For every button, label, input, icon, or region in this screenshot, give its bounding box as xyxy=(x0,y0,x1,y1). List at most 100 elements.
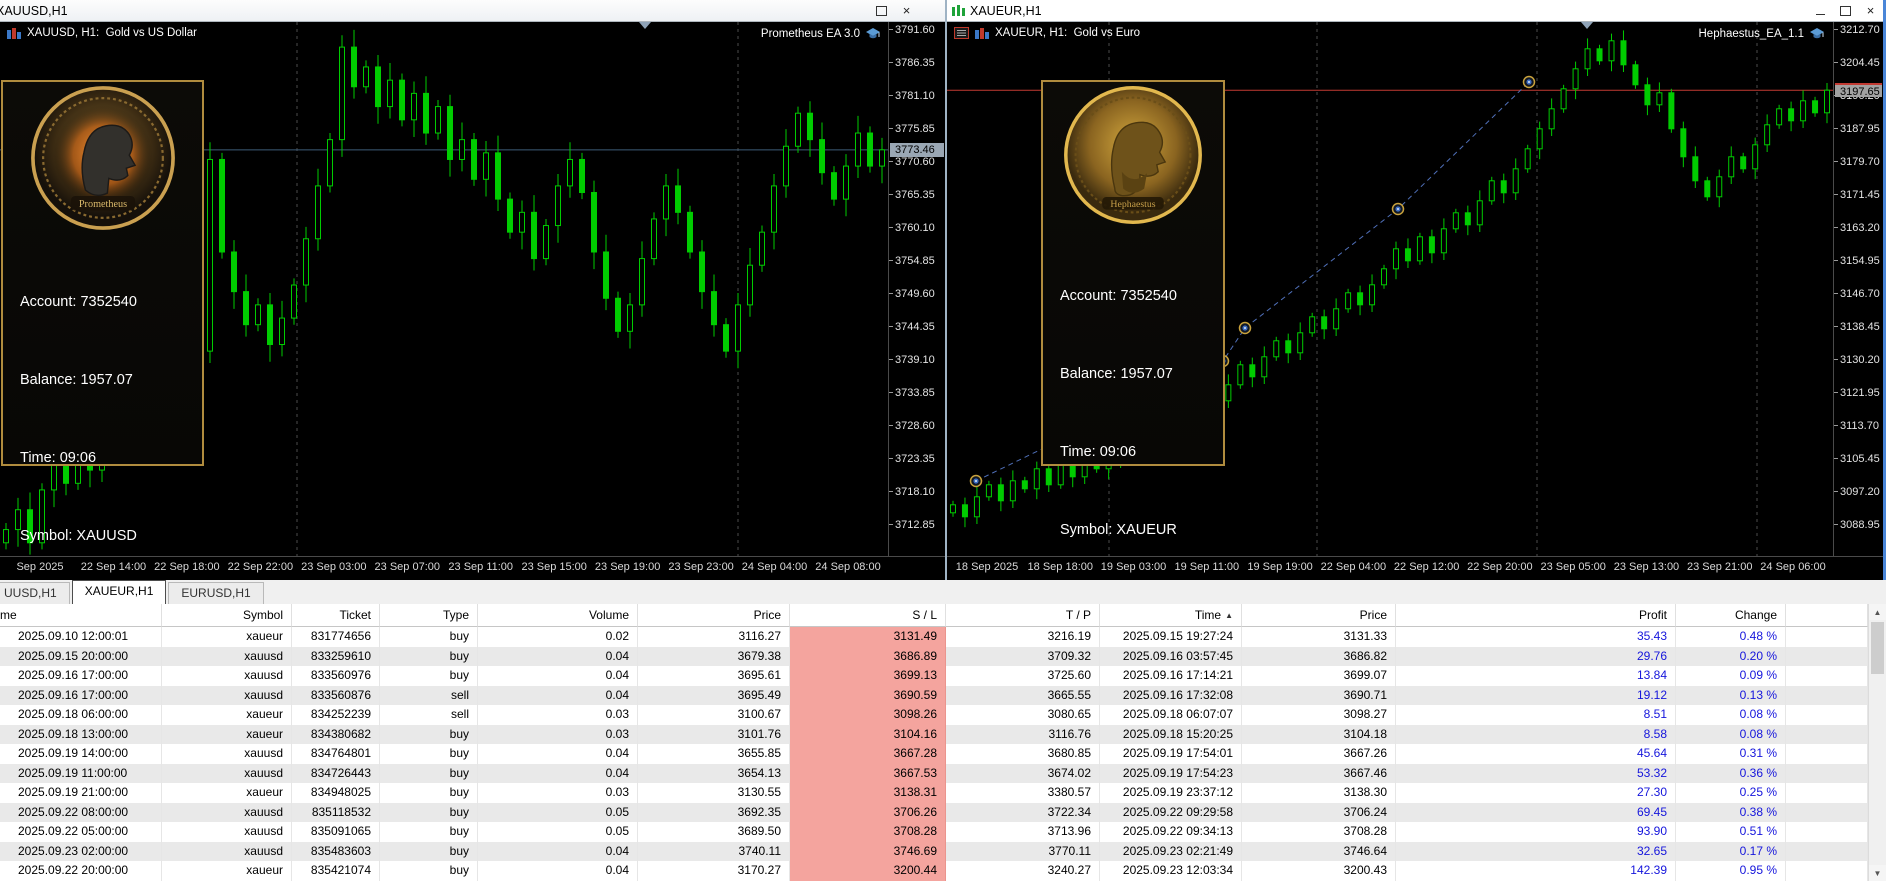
table-cell[interactable]: 0.03 xyxy=(478,724,638,744)
table-cell[interactable]: 2025.09.22 20:00:00 xyxy=(0,861,162,881)
tab-xaueur[interactable]: XAUEUR,H1 xyxy=(71,580,167,604)
table-cell[interactable]: 0.08 % xyxy=(1676,705,1786,725)
graduation-cap-icon[interactable] xyxy=(865,27,881,40)
table-cell[interactable]: 3100.67 xyxy=(638,705,790,725)
table-cell[interactable]: buy xyxy=(380,666,478,686)
close-button[interactable]: × xyxy=(1858,1,1883,21)
price-scale-xaueur[interactable]: 3212.703204.453196.203187.953179.703171.… xyxy=(1833,22,1883,556)
column-header[interactable]: Change xyxy=(1676,604,1786,627)
table-cell[interactable]: 3713.96 xyxy=(946,822,1100,842)
table-cell[interactable]: 0.36 % xyxy=(1676,763,1786,783)
table-cell[interactable]: xaueur xyxy=(162,724,292,744)
table-cell[interactable]: xauusd xyxy=(162,646,292,666)
table-cell[interactable]: 27.30 xyxy=(1396,783,1676,803)
table-cell[interactable]: 3665.55 xyxy=(946,685,1100,705)
table-cell[interactable]: 3679.38 xyxy=(638,646,790,666)
table-cell[interactable]: 0.95 % xyxy=(1676,861,1786,881)
table-cell[interactable]: 3240.27 xyxy=(946,861,1100,881)
table-cell[interactable]: buy xyxy=(380,627,478,647)
table-cell[interactable]: buy xyxy=(380,822,478,842)
table-cell[interactable]: 3098.26 xyxy=(790,705,946,725)
table-cell[interactable]: 3699.13 xyxy=(790,666,946,686)
table-cell[interactable]: 0.17 % xyxy=(1676,841,1786,861)
table-cell[interactable]: 0.04 xyxy=(478,646,638,666)
table-cell[interactable]: 3695.61 xyxy=(638,666,790,686)
table-cell[interactable]: 3708.28 xyxy=(790,822,946,842)
table-cell[interactable]: 0.31 % xyxy=(1676,744,1786,764)
table-cell[interactable]: 0.20 % xyxy=(1676,646,1786,666)
table-cell[interactable]: 3104.16 xyxy=(790,724,946,744)
scroll-thumb[interactable] xyxy=(1871,622,1884,674)
table-cell[interactable]: buy xyxy=(380,802,478,822)
table-cell[interactable]: buy xyxy=(380,724,478,744)
table-cell[interactable]: 69.45 xyxy=(1396,802,1676,822)
table-cell[interactable]: buy xyxy=(380,783,478,803)
table-cell[interactable]: 0.04 xyxy=(478,666,638,686)
table-cell[interactable]: 2025.09.23 12:03:34 xyxy=(1100,861,1242,881)
table-cell[interactable] xyxy=(1786,763,1868,783)
table-cell[interactable]: buy xyxy=(380,744,478,764)
table-cell[interactable]: 0.13 % xyxy=(1676,685,1786,705)
table-cell[interactable]: 3699.07 xyxy=(1242,666,1396,686)
table-cell[interactable]: 2025.09.16 03:57:45 xyxy=(1100,646,1242,666)
table-cell[interactable]: 3667.26 xyxy=(1242,744,1396,764)
table-cell[interactable] xyxy=(1786,627,1868,647)
table-cell[interactable]: 3098.27 xyxy=(1242,705,1396,725)
table-scrollbar[interactable]: ▲ ▼ xyxy=(1868,604,1886,881)
table-cell[interactable]: 3116.27 xyxy=(638,627,790,647)
column-header[interactable]: Type xyxy=(380,604,478,627)
table-cell[interactable]: 2025.09.16 17:14:21 xyxy=(1100,666,1242,686)
column-header[interactable]: Price xyxy=(1242,604,1396,627)
table-cell[interactable]: 2025.09.22 08:00:00 xyxy=(0,802,162,822)
table-cell[interactable]: 2025.09.19 23:37:12 xyxy=(1100,783,1242,803)
table-cell[interactable] xyxy=(1786,744,1868,764)
table-cell[interactable]: 0.04 xyxy=(478,685,638,705)
table-cell[interactable]: 833560976 xyxy=(292,666,380,686)
minimize-button[interactable] xyxy=(1808,1,1833,21)
table-cell[interactable]: 2025.09.15 19:27:24 xyxy=(1100,627,1242,647)
table-cell[interactable]: 0.03 xyxy=(478,783,638,803)
table-cell[interactable]: 3770.11 xyxy=(946,841,1100,861)
chart-xaueur[interactable]: XAUEUR, H1: Gold vs Euro Hephaestus_EA_1… xyxy=(947,22,1883,580)
table-cell[interactable]: xauusd xyxy=(162,666,292,686)
table-cell[interactable]: 831774656 xyxy=(292,627,380,647)
table-cell[interactable]: 0.04 xyxy=(478,744,638,764)
table-cell[interactable]: 3680.85 xyxy=(946,744,1100,764)
table-cell[interactable]: 3686.89 xyxy=(790,646,946,666)
table-cell[interactable]: xauusd xyxy=(162,841,292,861)
table-cell[interactable]: 3200.43 xyxy=(1242,861,1396,881)
titlebar-xaueur[interactable]: XAUEUR,H1 × xyxy=(947,0,1883,22)
table-cell[interactable]: sell xyxy=(380,705,478,725)
chart-shift-marker[interactable] xyxy=(1581,22,1593,29)
titlebar-xauusd[interactable]: XAUUSD,H1 × xyxy=(0,0,945,22)
table-cell[interactable]: 833259610 xyxy=(292,646,380,666)
table-cell[interactable]: xauusd xyxy=(162,802,292,822)
table-cell[interactable]: 142.39 xyxy=(1396,861,1676,881)
table-cell[interactable]: xaueur xyxy=(162,627,292,647)
table-cell[interactable]: 3216.19 xyxy=(946,627,1100,647)
column-header[interactable]: Profit xyxy=(1396,604,1676,627)
table-cell[interactable]: 2025.09.19 14:00:00 xyxy=(0,744,162,764)
close-button[interactable]: × xyxy=(894,1,919,21)
table-cell[interactable]: 2025.09.19 11:00:00 xyxy=(0,763,162,783)
table-cell[interactable]: 8.58 xyxy=(1396,724,1676,744)
table-cell[interactable]: 53.32 xyxy=(1396,763,1676,783)
table-cell[interactable]: 3667.28 xyxy=(790,744,946,764)
table-cell[interactable] xyxy=(1786,822,1868,842)
table-cell[interactable]: 3170.27 xyxy=(638,861,790,881)
table-cell[interactable]: xauusd xyxy=(162,685,292,705)
table-cell[interactable]: 0.02 xyxy=(478,627,638,647)
table-cell[interactable]: 0.03 xyxy=(478,705,638,725)
table-cell[interactable]: 3667.53 xyxy=(790,763,946,783)
table-cell[interactable] xyxy=(1786,861,1868,881)
table-cell[interactable]: 3654.13 xyxy=(638,763,790,783)
table-cell[interactable]: 3138.30 xyxy=(1242,783,1396,803)
table-cell[interactable]: 834252239 xyxy=(292,705,380,725)
table-cell[interactable]: 93.90 xyxy=(1396,822,1676,842)
table-cell[interactable]: 3380.57 xyxy=(946,783,1100,803)
table-cell[interactable]: buy xyxy=(380,861,478,881)
column-header[interactable]: Volume xyxy=(478,604,638,627)
table-cell[interactable]: 3725.60 xyxy=(946,666,1100,686)
table-cell[interactable]: 3690.71 xyxy=(1242,685,1396,705)
table-cell[interactable]: 2025.09.18 13:00:00 xyxy=(0,724,162,744)
